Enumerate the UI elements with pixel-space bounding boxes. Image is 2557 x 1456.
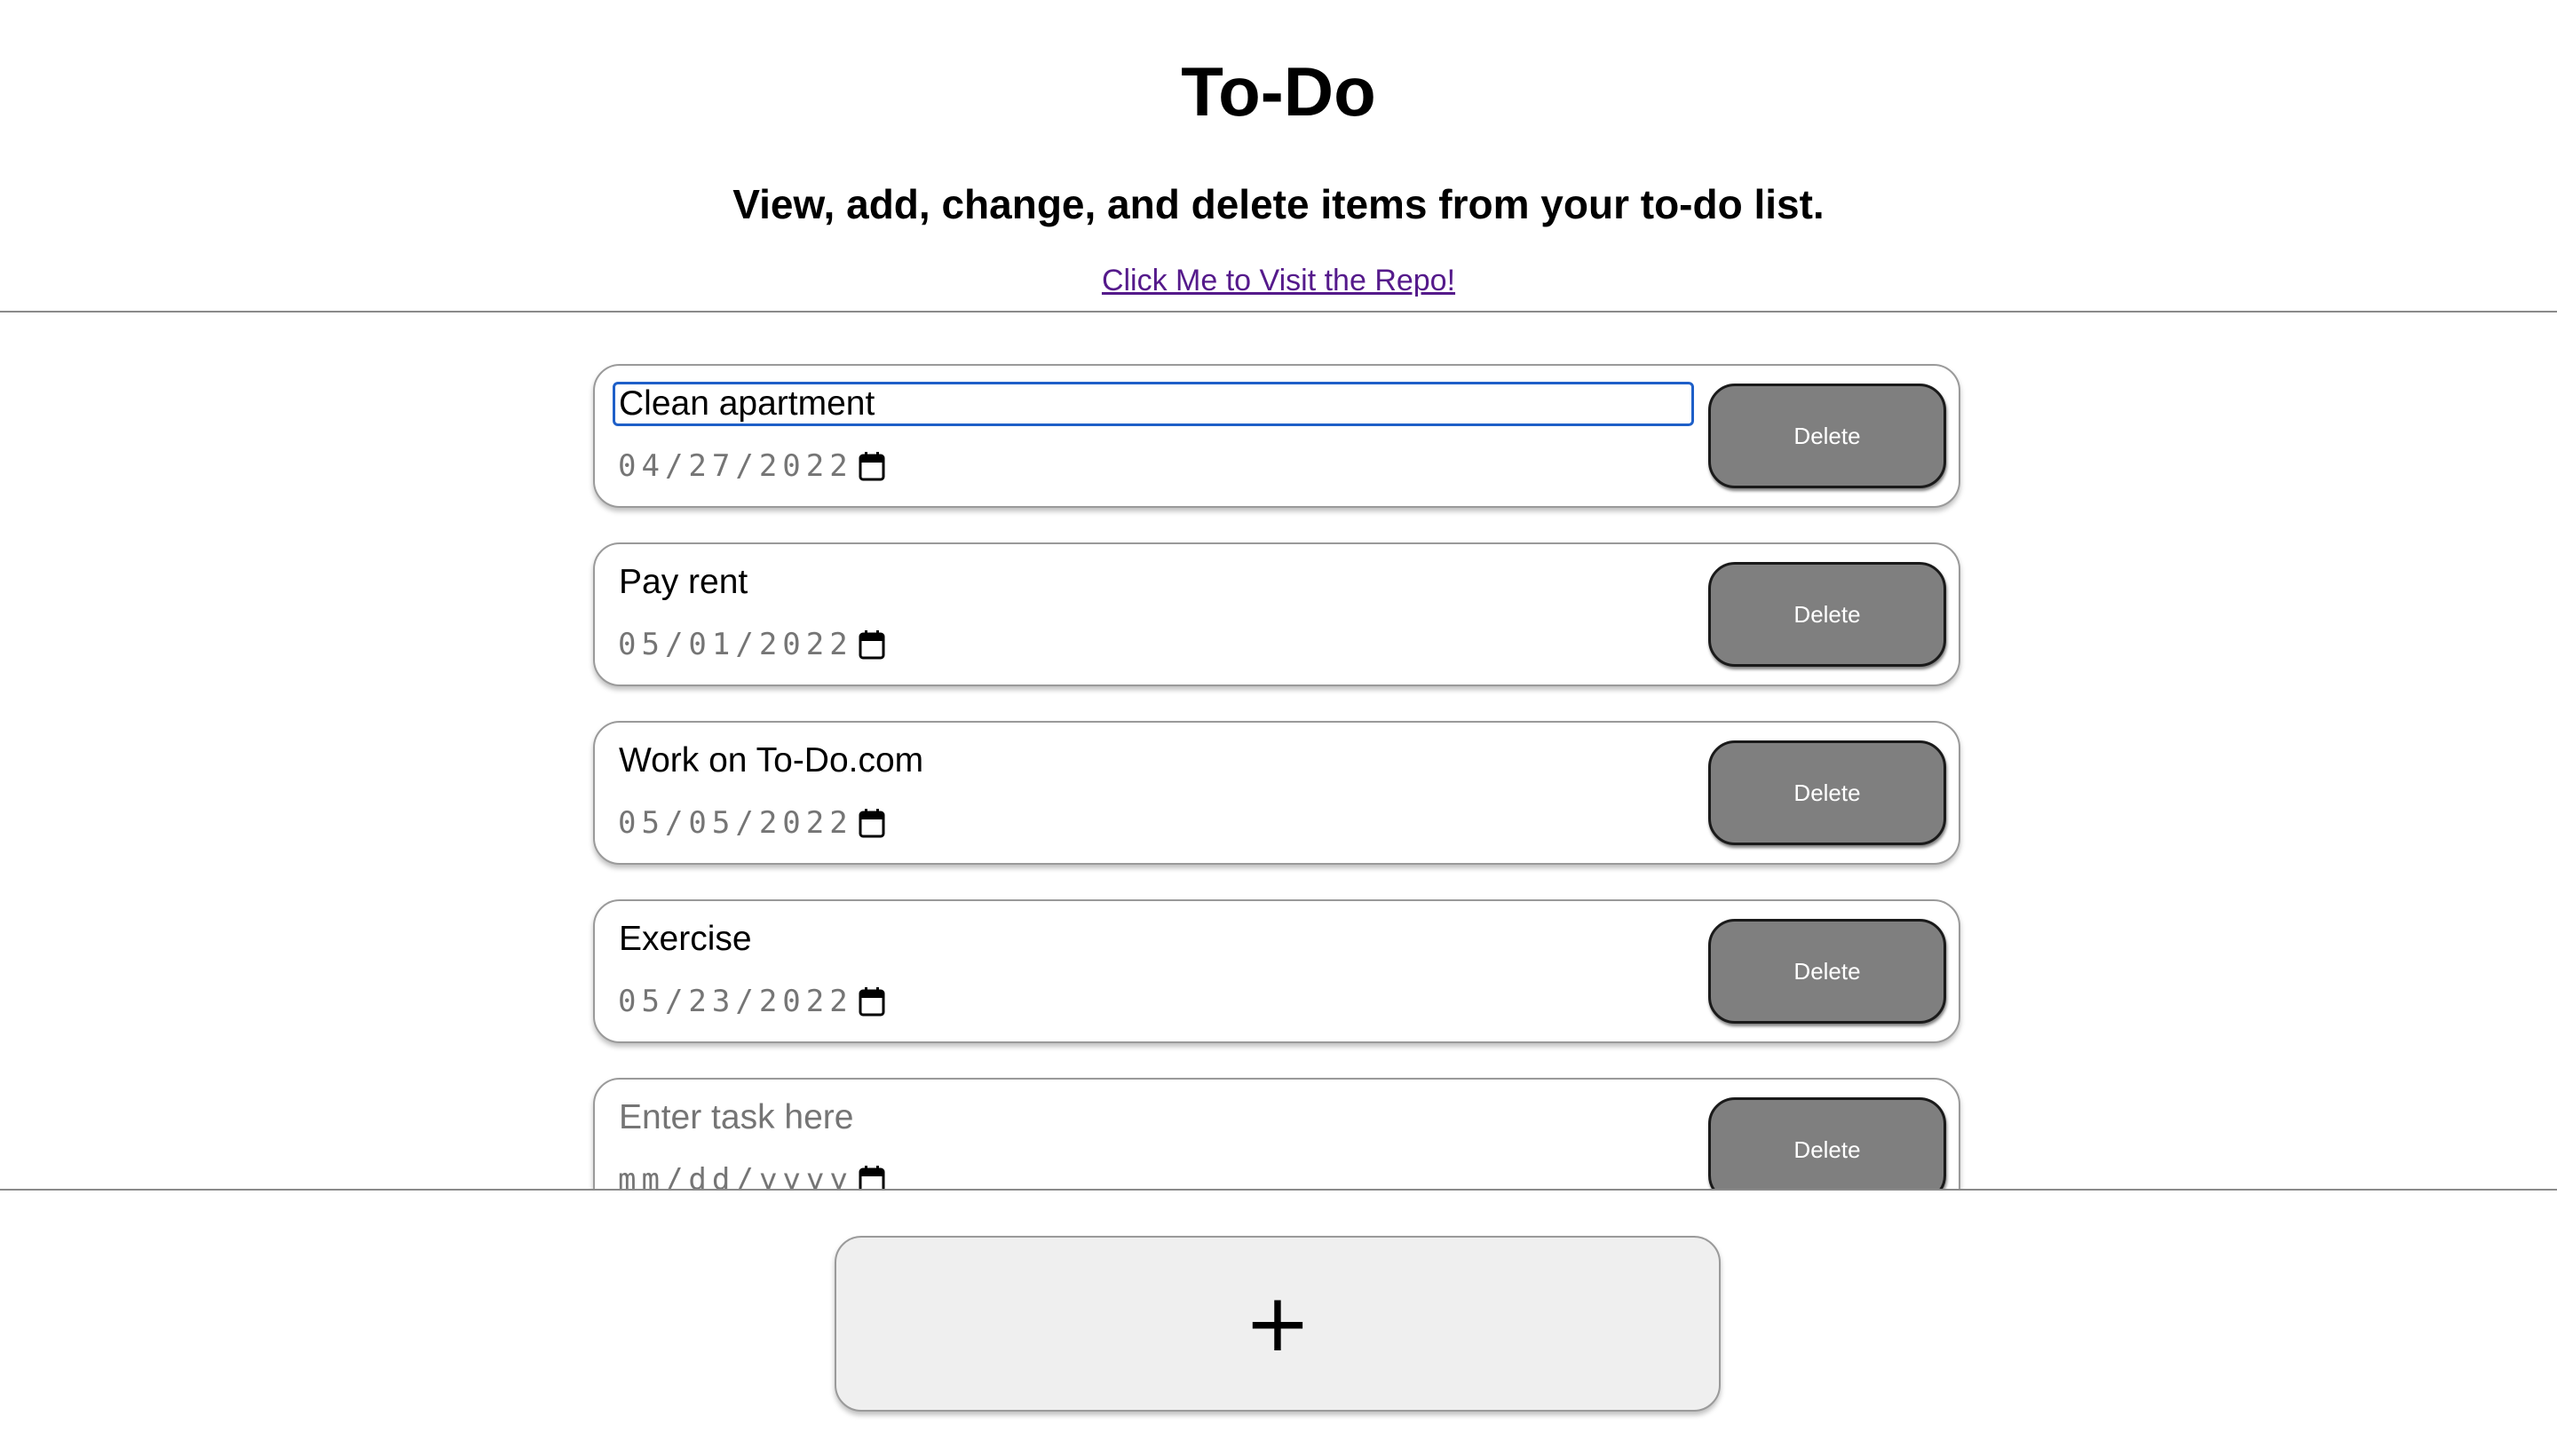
date-value: mm/dd/yyyy — [618, 1162, 853, 1190]
delete-button[interactable]: Delete — [1708, 919, 1946, 1024]
date-input[interactable]: 05/23/2022 — [618, 981, 885, 1022]
calendar-icon[interactable] — [859, 1165, 885, 1190]
page-footer: + — [0, 1191, 2557, 1456]
page-subtitle: View, add, change, and delete items from… — [732, 181, 1825, 227]
task-card: 05/05/2022 Delete — [593, 721, 1960, 865]
task-input[interactable] — [613, 560, 1694, 605]
header-divider — [0, 311, 2557, 313]
date-value: 04/27/2022 — [618, 448, 853, 484]
page-title: To-Do — [1181, 52, 1376, 131]
calendar-icon[interactable] — [859, 808, 885, 838]
delete-button[interactable]: Delete — [1708, 562, 1946, 667]
task-input[interactable] — [613, 917, 1694, 961]
delete-button[interactable]: Delete — [1708, 740, 1946, 845]
calendar-icon[interactable] — [859, 986, 885, 1017]
calendar-icon[interactable] — [859, 629, 885, 660]
date-input[interactable]: mm/dd/yyyy — [618, 1159, 885, 1190]
footer-divider — [0, 1189, 2557, 1191]
task-input[interactable] — [613, 382, 1694, 426]
calendar-icon[interactable] — [859, 451, 885, 481]
task-card: 05/01/2022 Delete — [593, 542, 1960, 686]
task-card: 04/27/2022 Delete — [593, 364, 1960, 508]
date-input[interactable]: 04/27/2022 — [618, 446, 885, 487]
date-value: 05/01/2022 — [618, 627, 853, 662]
task-card: 05/23/2022 Delete — [593, 899, 1960, 1043]
task-input[interactable] — [613, 1096, 1694, 1140]
add-task-button[interactable]: + — [835, 1236, 1721, 1412]
date-value: 05/05/2022 — [618, 805, 853, 841]
repo-link[interactable]: Click Me to Visit the Repo! — [0, 261, 2557, 300]
date-input[interactable]: 05/05/2022 — [618, 803, 885, 843]
page-header: To-Do View, add, change, and delete item… — [0, 0, 2557, 313]
delete-button[interactable]: Delete — [1708, 384, 1946, 488]
date-value: 05/23/2022 — [618, 984, 853, 1019]
date-input[interactable]: 05/01/2022 — [618, 624, 885, 665]
task-input[interactable] — [613, 739, 1694, 783]
task-list[interactable]: 04/27/2022 Delete 05/01/2022 Delete 05/0… — [0, 314, 2557, 1190]
task-card: mm/dd/yyyy Delete — [593, 1078, 1960, 1190]
delete-button[interactable]: Delete — [1708, 1097, 1946, 1190]
